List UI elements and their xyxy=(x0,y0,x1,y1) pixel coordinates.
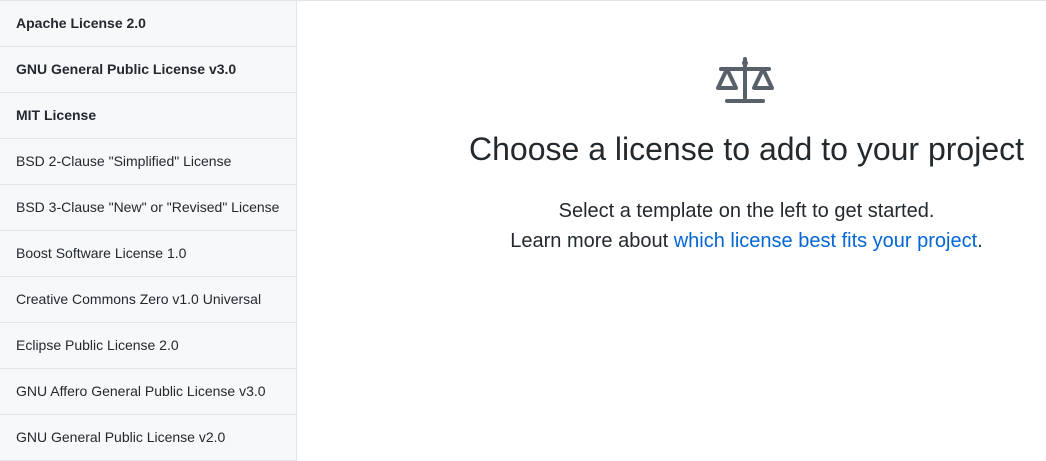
empty-state-description: Select a template on the left to get sta… xyxy=(297,196,1046,256)
sidebar-item-agpl-3[interactable]: GNU Affero General Public License v3.0 xyxy=(0,369,296,415)
learn-more-text: Learn more about which license best fits… xyxy=(447,226,1046,256)
sidebar-item-cc0-1[interactable]: Creative Commons Zero v1.0 Universal xyxy=(0,277,296,323)
license-empty-state: Choose a license to add to your project … xyxy=(297,1,1046,461)
law-scale-icon xyxy=(716,57,774,103)
sidebar-item-boost-1[interactable]: Boost Software License 1.0 xyxy=(0,231,296,277)
learn-more-prefix: Learn more about xyxy=(510,230,674,252)
license-template-sidebar: Apache License 2.0 GNU General Public Li… xyxy=(0,1,297,461)
instruction-text: Select a template on the left to get sta… xyxy=(558,200,935,222)
sidebar-item-apache-2[interactable]: Apache License 2.0 xyxy=(0,1,296,47)
license-picker: Apache License 2.0 GNU General Public Li… xyxy=(0,0,1046,461)
license-help-link[interactable]: which license best fits your project xyxy=(674,230,977,252)
sidebar-item-mit[interactable]: MIT License xyxy=(0,93,296,139)
sidebar-item-gpl-3[interactable]: GNU General Public License v3.0 xyxy=(0,47,296,93)
sidebar-item-gpl-2[interactable]: GNU General Public License v2.0 xyxy=(0,415,296,461)
sidebar-item-epl-2[interactable]: Eclipse Public License 2.0 xyxy=(0,323,296,369)
sidebar-item-bsd-2-clause[interactable]: BSD 2-Clause "Simplified" License xyxy=(0,139,296,185)
sidebar-item-bsd-3-clause[interactable]: BSD 3-Clause "New" or "Revised" License xyxy=(0,185,296,231)
learn-more-suffix: . xyxy=(977,230,983,252)
page-title: Choose a license to add to your project xyxy=(469,131,1024,167)
